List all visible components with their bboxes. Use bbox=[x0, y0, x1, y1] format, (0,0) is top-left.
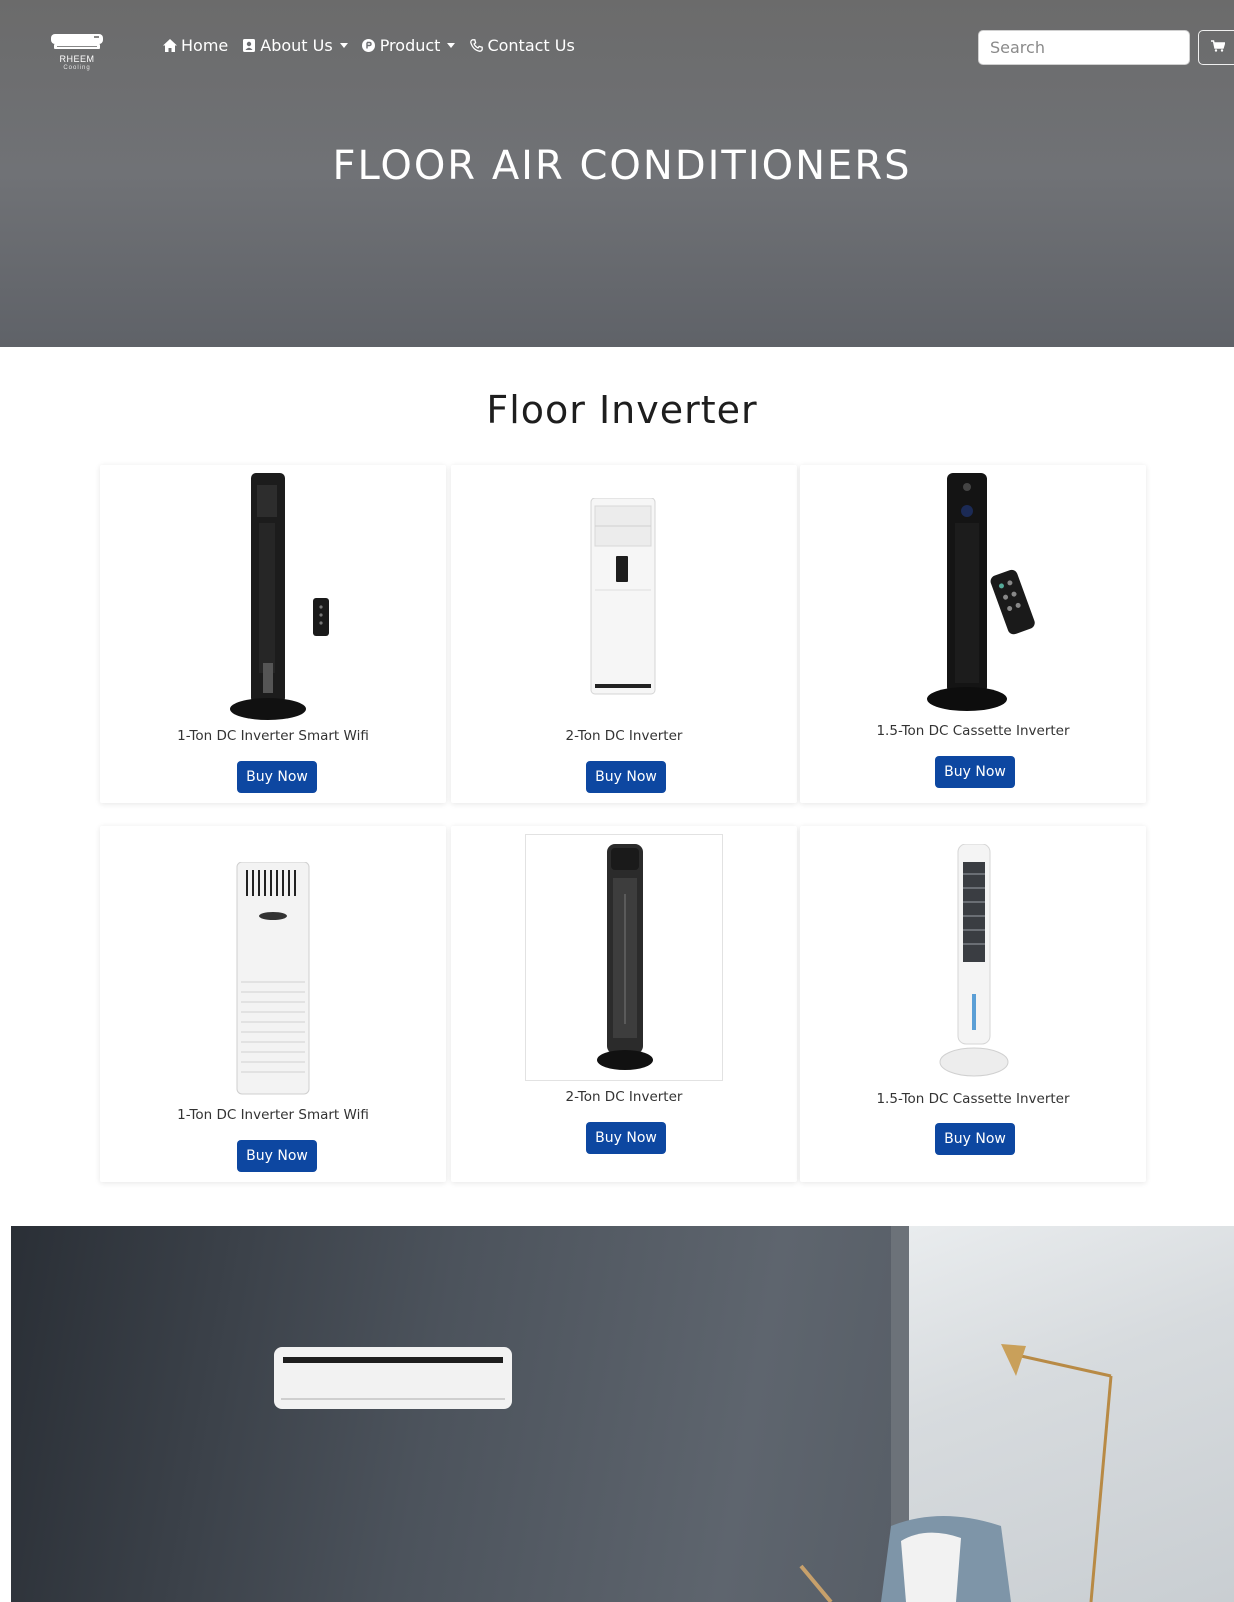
nav-label-about: About Us bbox=[260, 36, 333, 55]
brand-name: RHEEM bbox=[59, 54, 95, 64]
nav-item-home[interactable]: Home bbox=[163, 36, 228, 55]
nav-label-product: Product bbox=[379, 36, 441, 55]
brand-tagline: Cooling bbox=[63, 65, 91, 71]
product-name: 1-Ton DC Inverter Smart Wifi bbox=[177, 728, 369, 744]
nav-label-contact: Contact Us bbox=[487, 36, 575, 55]
buy-now-button[interactable]: Buy Now bbox=[586, 761, 666, 793]
product-name: 1-Ton DC Inverter Smart Wifi bbox=[177, 1107, 369, 1123]
nav-item-about[interactable]: About Us bbox=[242, 36, 348, 55]
cart-button[interactable] bbox=[1198, 30, 1234, 65]
buy-now-button[interactable]: Buy Now bbox=[935, 1123, 1015, 1155]
white-tower-cooler-image bbox=[939, 844, 1009, 1077]
product-card: 1.5-Ton DC Cassette Inverter Buy Now bbox=[800, 465, 1146, 803]
product-name: 2-Ton DC Inverter bbox=[565, 728, 683, 744]
cart-icon bbox=[1211, 40, 1226, 55]
product-image bbox=[800, 844, 1146, 1080]
product-image bbox=[451, 834, 797, 1082]
product-image bbox=[451, 498, 797, 696]
product-card: 1-Ton DC Inverter Smart Wifi Buy Now bbox=[100, 826, 446, 1182]
nav-item-product[interactable]: Product bbox=[362, 36, 456, 55]
phone-icon bbox=[469, 39, 483, 53]
product-card: 2-Ton DC Inverter Buy Now bbox=[451, 465, 797, 803]
product-name: 1.5-Ton DC Cassette Inverter bbox=[876, 723, 1070, 739]
hero-header: RHEEM Cooling Home About Us Product Cont… bbox=[0, 0, 1234, 347]
product-image bbox=[800, 473, 1146, 721]
black-heater-tower-image bbox=[525, 834, 723, 1081]
black-tower-with-remote-2-image bbox=[927, 473, 1035, 711]
white-floor-unit-image bbox=[590, 498, 656, 695]
white-cabinet-unit-image bbox=[236, 862, 310, 1095]
buy-now-button[interactable]: Buy Now bbox=[935, 756, 1015, 788]
buy-now-button[interactable]: Buy Now bbox=[237, 1140, 317, 1172]
room-scene-illustration bbox=[274, 1344, 1113, 1602]
product-image bbox=[100, 862, 446, 1096]
nav-item-contact[interactable]: Contact Us bbox=[469, 36, 575, 55]
ac-logo-icon bbox=[51, 34, 103, 49]
product-circle-icon bbox=[362, 39, 376, 53]
product-name: 2-Ton DC Inverter bbox=[565, 1089, 683, 1105]
chevron-down-icon bbox=[447, 43, 456, 48]
main-nav: Home About Us Product Contact Us bbox=[163, 36, 575, 55]
buy-now-button[interactable]: Buy Now bbox=[586, 1122, 666, 1154]
promo-banner-image bbox=[11, 1226, 1234, 1602]
product-card: 2-Ton DC Inverter Buy Now bbox=[451, 826, 797, 1182]
chevron-down-icon bbox=[339, 43, 348, 48]
section-title: Floor Inverter bbox=[486, 388, 758, 432]
home-icon bbox=[163, 39, 177, 53]
search-input[interactable] bbox=[978, 30, 1190, 65]
hero-title: FLOOR AIR CONDITIONERS bbox=[332, 143, 912, 189]
nav-label-home: Home bbox=[181, 36, 229, 55]
product-name: 1.5-Ton DC Cassette Inverter bbox=[876, 1091, 1070, 1107]
black-tower-with-remote-image bbox=[230, 473, 329, 720]
contact-card-icon bbox=[242, 39, 256, 53]
brand-logo[interactable]: RHEEM Cooling bbox=[48, 30, 106, 76]
product-card: 1-Ton DC Inverter Smart Wifi Buy Now bbox=[100, 465, 446, 803]
product-card: 1.5-Ton DC Cassette Inverter Buy Now bbox=[800, 826, 1146, 1182]
buy-now-button[interactable]: Buy Now bbox=[237, 761, 317, 793]
